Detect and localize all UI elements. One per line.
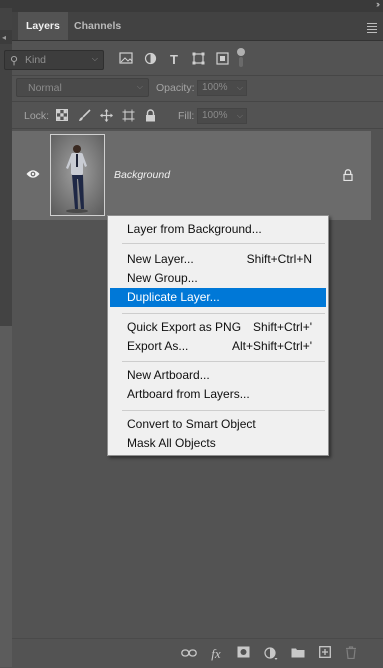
panel-top-strip: ›› [12,0,383,12]
menu-item-convert-smart-object[interactable]: Convert to Smart Object [110,415,326,434]
lock-image-icon[interactable] [77,109,91,123]
opacity-label: Opacity: [156,82,195,94]
menu-item-new-artboard[interactable]: New Artboard... [110,366,326,385]
fill-input[interactable]: 100% ⌵ [197,108,247,124]
panel-menu-icon[interactable] [367,23,377,35]
left-gutter: ◂ [0,0,12,667]
blend-mode-value: Normal [28,82,62,94]
lock-transparent-icon[interactable] [55,109,69,123]
menu-divider [122,410,325,411]
menu-divider [122,313,325,314]
chevron-down-icon[interactable]: ⌵ [237,81,243,95]
layer-thumbnail[interactable] [50,134,105,216]
add-mask-icon[interactable] [235,646,251,662]
lock-artboard-icon[interactable] [121,109,135,123]
lock-label: Lock: [24,110,50,122]
tab-channels[interactable]: Channels [66,12,129,40]
adjustment-layer-icon[interactable] [263,646,279,662]
type-filter-icon[interactable]: T [166,52,182,68]
filter-toggle[interactable] [236,48,246,72]
new-layer-icon[interactable] [317,646,333,662]
chevron-down-icon: ⌵ [91,54,98,63]
menu-item-new-layer[interactable]: New Layer... Shift+Ctrl+N [110,250,326,269]
pixel-filter-icon[interactable] [118,52,134,68]
opacity-input[interactable]: 100% ⌵ [197,80,247,96]
eye-icon[interactable] [26,169,40,179]
lock-all-icon[interactable] [143,109,157,123]
tab-layers[interactable]: Layers [18,12,68,40]
layer-locked-icon[interactable] [343,169,353,184]
shortcut-text: Shift+Ctrl+N [246,252,312,266]
menu-item-layer-from-background[interactable]: Layer from Background... [110,220,326,239]
delete-icon[interactable] [343,646,359,662]
filter-kind-label: Kind [25,54,47,66]
left-scroll-area [0,326,12,667]
new-group-icon[interactable] [290,646,306,662]
menu-item-new-group[interactable]: New Group... [110,269,326,288]
menu-divider [122,243,325,244]
shortcut-text: Alt+Shift+Ctrl+' [232,339,312,353]
lock-position-icon[interactable] [99,109,113,123]
adjustment-filter-icon[interactable] [142,52,158,68]
shortcut-text: Shift+Ctrl+' [253,320,312,334]
fx-icon[interactable]: fx [208,646,224,662]
double-chevron-right-icon[interactable]: ›› [376,0,380,9]
fill-value: 100% [202,110,228,121]
fill-label: Fill: [178,110,195,122]
layer-name[interactable]: Background [114,169,170,181]
menu-divider [122,361,325,362]
panel-tab-bar: Layers Channels [12,12,383,41]
chevron-down-icon[interactable]: ⌵ [237,109,243,123]
menu-item-quick-export-png[interactable]: Quick Export as PNG Shift+Ctrl+' [110,318,326,337]
shape-filter-icon[interactable] [190,52,206,68]
filter-kind-select[interactable]: ⚲ Kind ⌵ [4,50,104,70]
blend-mode-select[interactable]: Normal ⌵ [16,78,149,97]
menu-item-mask-all-objects[interactable]: Mask All Objects [110,434,326,453]
panel-footer: fx [12,638,383,668]
collapse-left-icon[interactable]: ◂ [2,34,6,42]
layer-context-menu: Layer from Background... New Layer... Sh… [107,215,329,456]
opacity-value: 100% [202,82,228,93]
search-icon: ⚲ [10,55,19,67]
menu-item-export-as[interactable]: Export As... Alt+Shift+Ctrl+' [110,337,326,356]
chevron-down-icon: ⌵ [136,82,143,91]
layer-row[interactable]: Background [12,131,371,220]
link-layers-icon[interactable] [181,646,197,662]
menu-item-artboard-from-layers[interactable]: Artboard from Layers... [110,385,326,404]
menu-item-duplicate-layer[interactable]: Duplicate Layer... [110,288,326,307]
smartobject-filter-icon[interactable] [214,52,230,68]
